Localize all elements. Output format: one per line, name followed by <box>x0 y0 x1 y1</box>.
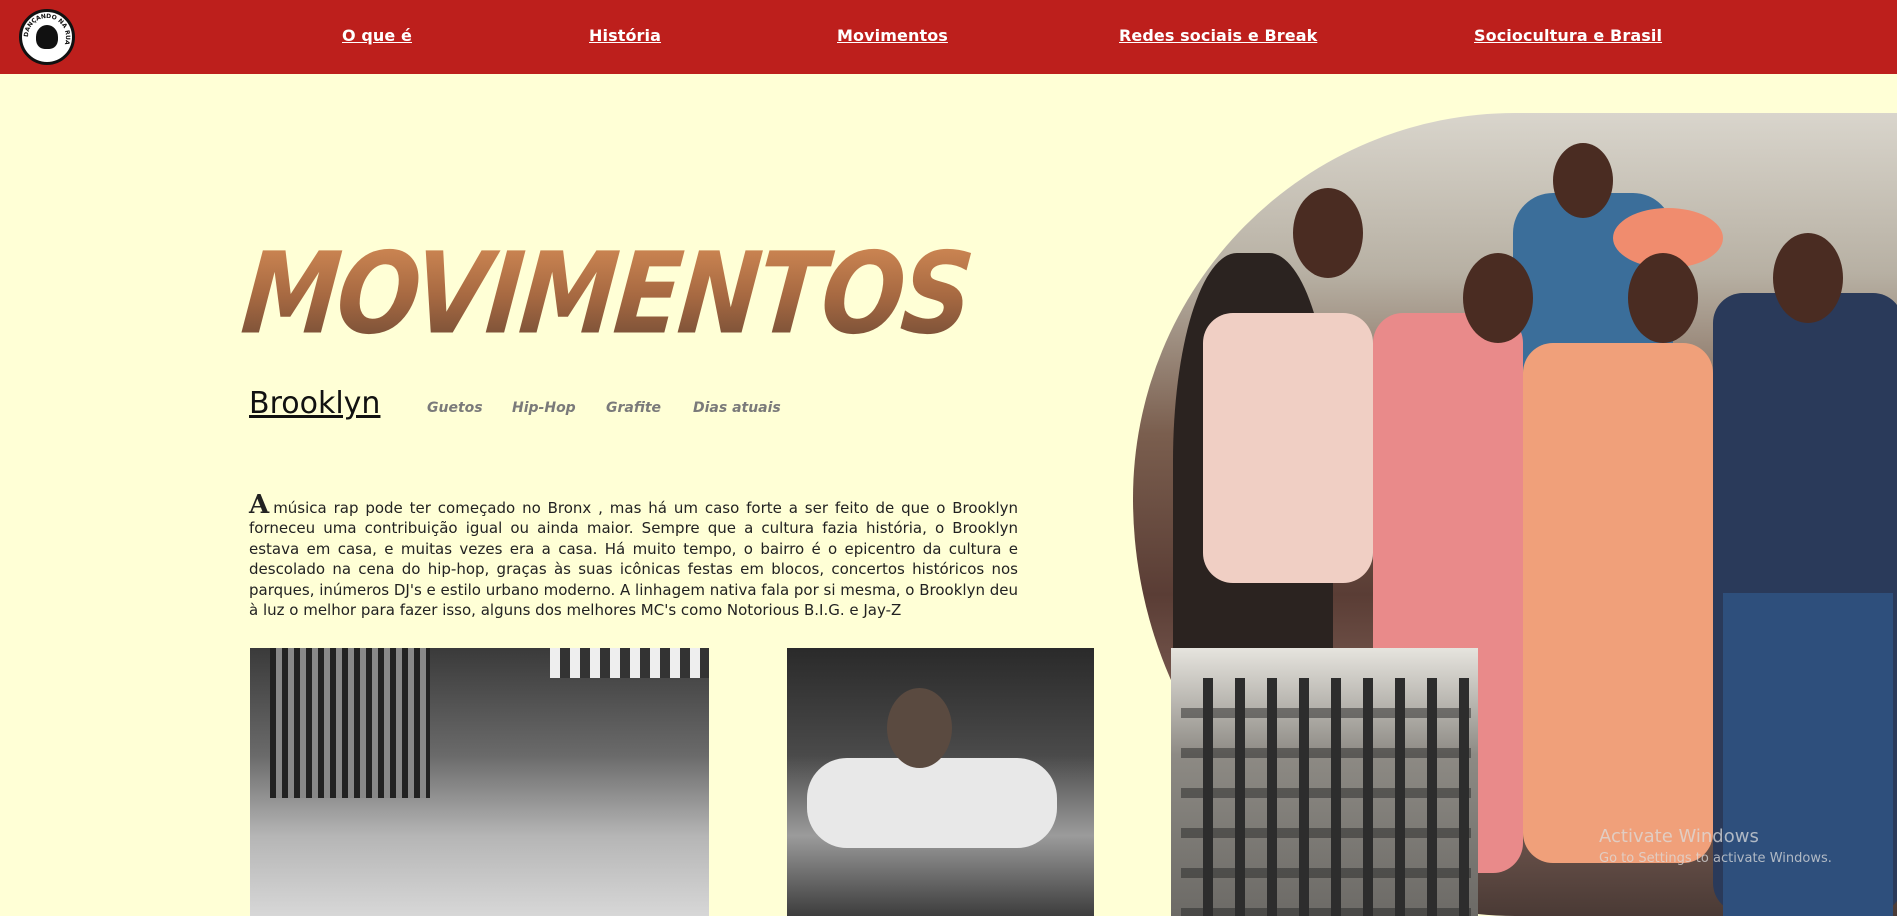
building-windows <box>1181 678 1471 916</box>
figure-face <box>1553 143 1613 218</box>
figure-silhouette <box>1523 343 1713 863</box>
nav-link-redes-sociais[interactable]: Redes sociais e Break <box>1119 26 1317 45</box>
nav-link-sociocultura[interactable]: Sociocultura e Brasil <box>1474 26 1662 45</box>
figure-face <box>1628 253 1698 343</box>
figure-face <box>1293 188 1363 278</box>
section-paragraph: Amúsica rap pode ter começado no Bronx ,… <box>249 492 1018 620</box>
paragraph-text: música rap pode ter começado no Bronx , … <box>249 499 1018 620</box>
section-tab-brooklyn[interactable]: Brooklyn <box>249 386 380 421</box>
dancer-icon <box>36 25 58 49</box>
section-tab-guetos[interactable]: Guetos <box>427 400 483 416</box>
windows-activation-watermark: Activate Windows Go to Settings to activ… <box>1599 826 1832 866</box>
figure-face <box>1773 233 1843 323</box>
storefront-gate <box>270 648 430 798</box>
dancer-head <box>887 688 952 768</box>
figure-face <box>1463 253 1533 343</box>
watermark-title: Activate Windows <box>1599 826 1759 847</box>
breakdancer-photo <box>787 648 1094 916</box>
nav-link-movimentos[interactable]: Movimentos <box>837 26 948 45</box>
figure-silhouette <box>1723 593 1893 916</box>
site-logo[interactable]: DANÇANDO NA RUA <box>19 9 75 65</box>
page-title: MOVIMENTOS <box>236 228 976 360</box>
nav-link-o-que-e[interactable]: O que é <box>342 26 412 45</box>
dancer-body <box>807 758 1057 848</box>
section-tab-hip-hop[interactable]: Hip-Hop <box>512 400 576 416</box>
street-photo <box>250 648 709 916</box>
dropcap: A <box>249 490 270 520</box>
watermark-subtitle: Go to Settings to activate Windows. <box>1599 851 1832 866</box>
nav-link-historia[interactable]: História <box>589 26 661 45</box>
storefront-awning <box>550 648 709 678</box>
section-tab-grafite[interactable]: Grafite <box>606 400 661 416</box>
section-tab-dias-atuais[interactable]: Dias atuais <box>693 400 781 416</box>
brownstone-photo <box>1171 648 1478 916</box>
figure-silhouette <box>1203 313 1373 583</box>
navbar: DANÇANDO NA RUA O que é História Movimen… <box>0 0 1897 74</box>
